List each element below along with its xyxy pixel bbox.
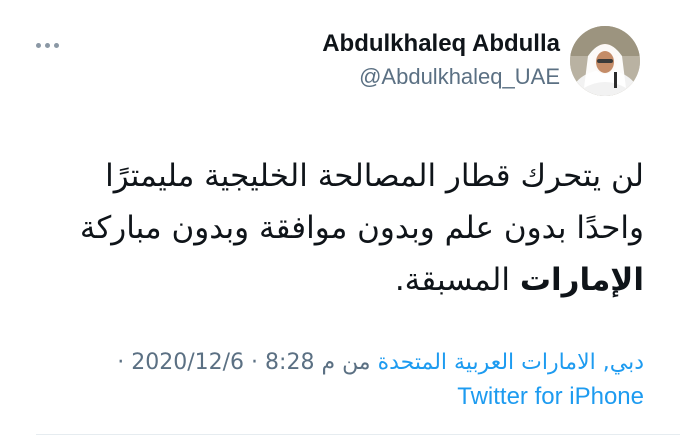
- tweet-date[interactable]: 2020/12/6: [131, 350, 244, 375]
- author-display-name[interactable]: Abdulkhaleq Abdulla: [322, 30, 560, 58]
- avatar[interactable]: [570, 26, 640, 96]
- tweet-header: Abdulkhaleq Abdulla @Abdulkhaleq_UAE: [0, 0, 680, 110]
- meta-separator: ·: [251, 350, 259, 375]
- author-handle[interactable]: @Abdulkhaleq_UAE: [322, 64, 560, 90]
- tweet-source-link[interactable]: Twitter for iPhone: [457, 382, 644, 412]
- tweet-time[interactable]: 8:28 م: [265, 350, 335, 375]
- tweet-line-1: لن يتحرك قطار المصالحة الخليجية مليمترًا: [105, 158, 644, 194]
- tweet-line-2: واحدًا بدون علم وبدون موافقة وبدون مبارك…: [79, 210, 644, 246]
- tweet-meta: دبي, الامارات العربية المتحدة من 8:28 م …: [24, 348, 644, 378]
- from-label: من: [342, 350, 371, 375]
- divider: [36, 434, 680, 435]
- location-link[interactable]: دبي, الامارات العربية المتحدة: [378, 350, 644, 375]
- meta-separator-end: ·: [117, 350, 125, 375]
- tweet-line-3: الإمارات المسبقة.: [34, 254, 644, 306]
- tweet-text: لن يتحرك قطار المصالحة الخليجية مليمترًا…: [34, 150, 644, 306]
- author-names[interactable]: Abdulkhaleq Abdulla @Abdulkhaleq_UAE: [322, 30, 560, 90]
- more-dots-icon[interactable]: [36, 40, 66, 50]
- tweet-bold-word: الإمارات: [519, 262, 644, 298]
- tweet-line-3-rest: المسبقة.: [394, 262, 520, 298]
- profile-photo-icon: [570, 26, 640, 96]
